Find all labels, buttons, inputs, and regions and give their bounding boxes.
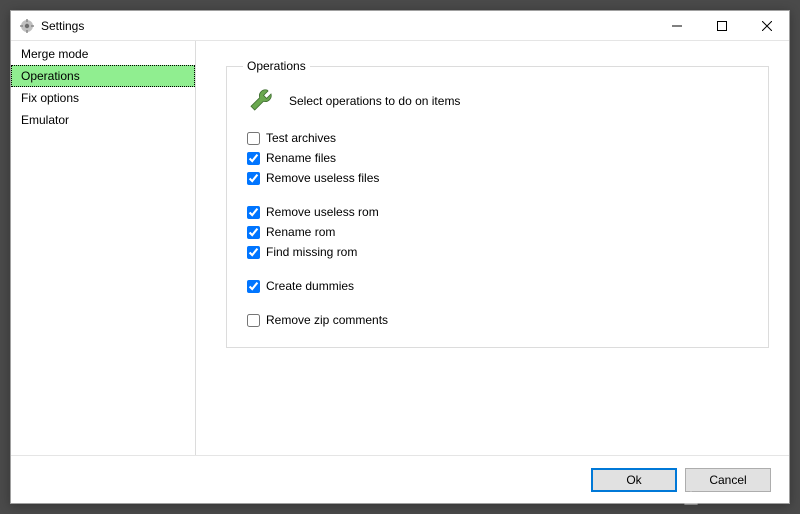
checkbox-label: Remove useless files xyxy=(266,171,379,185)
footer: Ok Cancel xyxy=(11,455,789,503)
checkbox-list: Test archives Rename files Remove useles… xyxy=(243,129,752,329)
checkbox-label: Remove useless rom xyxy=(266,205,379,219)
checkbox-label: Test archives xyxy=(266,131,336,145)
cancel-button[interactable]: Cancel xyxy=(685,468,771,492)
window-body: Merge mode Operations Fix options Emulat… xyxy=(11,41,789,455)
sidebar-item-fix-options[interactable]: Fix options xyxy=(11,87,195,109)
group-legend: Operations xyxy=(243,59,310,73)
main-panel: Operations Select operations to do on it… xyxy=(196,41,789,455)
ok-button-label: Ok xyxy=(626,473,641,487)
checkbox-label: Create dummies xyxy=(266,279,354,293)
sidebar-item-label: Merge mode xyxy=(21,47,88,61)
checkbox-row: Find missing rom xyxy=(247,243,752,261)
checkbox-remove-useless-files[interactable] xyxy=(247,172,260,185)
sidebar-item-merge-mode[interactable]: Merge mode xyxy=(11,43,195,65)
maximize-button[interactable] xyxy=(699,11,744,40)
group-intro: Select operations to do on items xyxy=(243,83,752,129)
sidebar: Merge mode Operations Fix options Emulat… xyxy=(11,41,196,455)
titlebar: Settings xyxy=(11,11,789,41)
cancel-button-label: Cancel xyxy=(709,473,746,487)
sidebar-item-label: Operations xyxy=(21,69,80,83)
window-title: Settings xyxy=(41,19,654,33)
checkbox-row: Create dummies xyxy=(247,277,752,295)
checkbox-label: Rename files xyxy=(266,151,336,165)
group-description: Select operations to do on items xyxy=(289,94,460,108)
sidebar-item-label: Emulator xyxy=(21,113,69,127)
checkbox-rename-files[interactable] xyxy=(247,152,260,165)
checkbox-label: Remove zip comments xyxy=(266,313,388,327)
app-icon xyxy=(19,18,35,34)
checkbox-label: Rename rom xyxy=(266,225,335,239)
checkbox-row: Remove useless rom xyxy=(247,203,752,221)
checkbox-test-archives[interactable] xyxy=(247,132,260,145)
operations-group: Operations Select operations to do on it… xyxy=(226,59,769,348)
checkbox-row: Remove useless files xyxy=(247,169,752,187)
checkbox-label: Find missing rom xyxy=(266,245,357,259)
minimize-button[interactable] xyxy=(654,11,699,40)
checkbox-find-missing-rom[interactable] xyxy=(247,246,260,259)
settings-window: Settings Merge mode Operations Fix optio… xyxy=(10,10,790,504)
checkbox-create-dummies[interactable] xyxy=(247,280,260,293)
sidebar-item-label: Fix options xyxy=(21,91,79,105)
checkbox-rename-rom[interactable] xyxy=(247,226,260,239)
checkbox-row: Remove zip comments xyxy=(247,311,752,329)
window-controls xyxy=(654,11,789,40)
checkbox-remove-useless-rom[interactable] xyxy=(247,206,260,219)
checkbox-row: Test archives xyxy=(247,129,752,147)
checkbox-row: Rename rom xyxy=(247,223,752,241)
sidebar-item-operations[interactable]: Operations xyxy=(11,65,195,87)
checkbox-row: Rename files xyxy=(247,149,752,167)
ok-button[interactable]: Ok xyxy=(591,468,677,492)
checkbox-remove-zip-comments[interactable] xyxy=(247,314,260,327)
close-button[interactable] xyxy=(744,11,789,40)
sidebar-item-emulator[interactable]: Emulator xyxy=(11,109,195,131)
wrench-icon xyxy=(247,87,275,115)
